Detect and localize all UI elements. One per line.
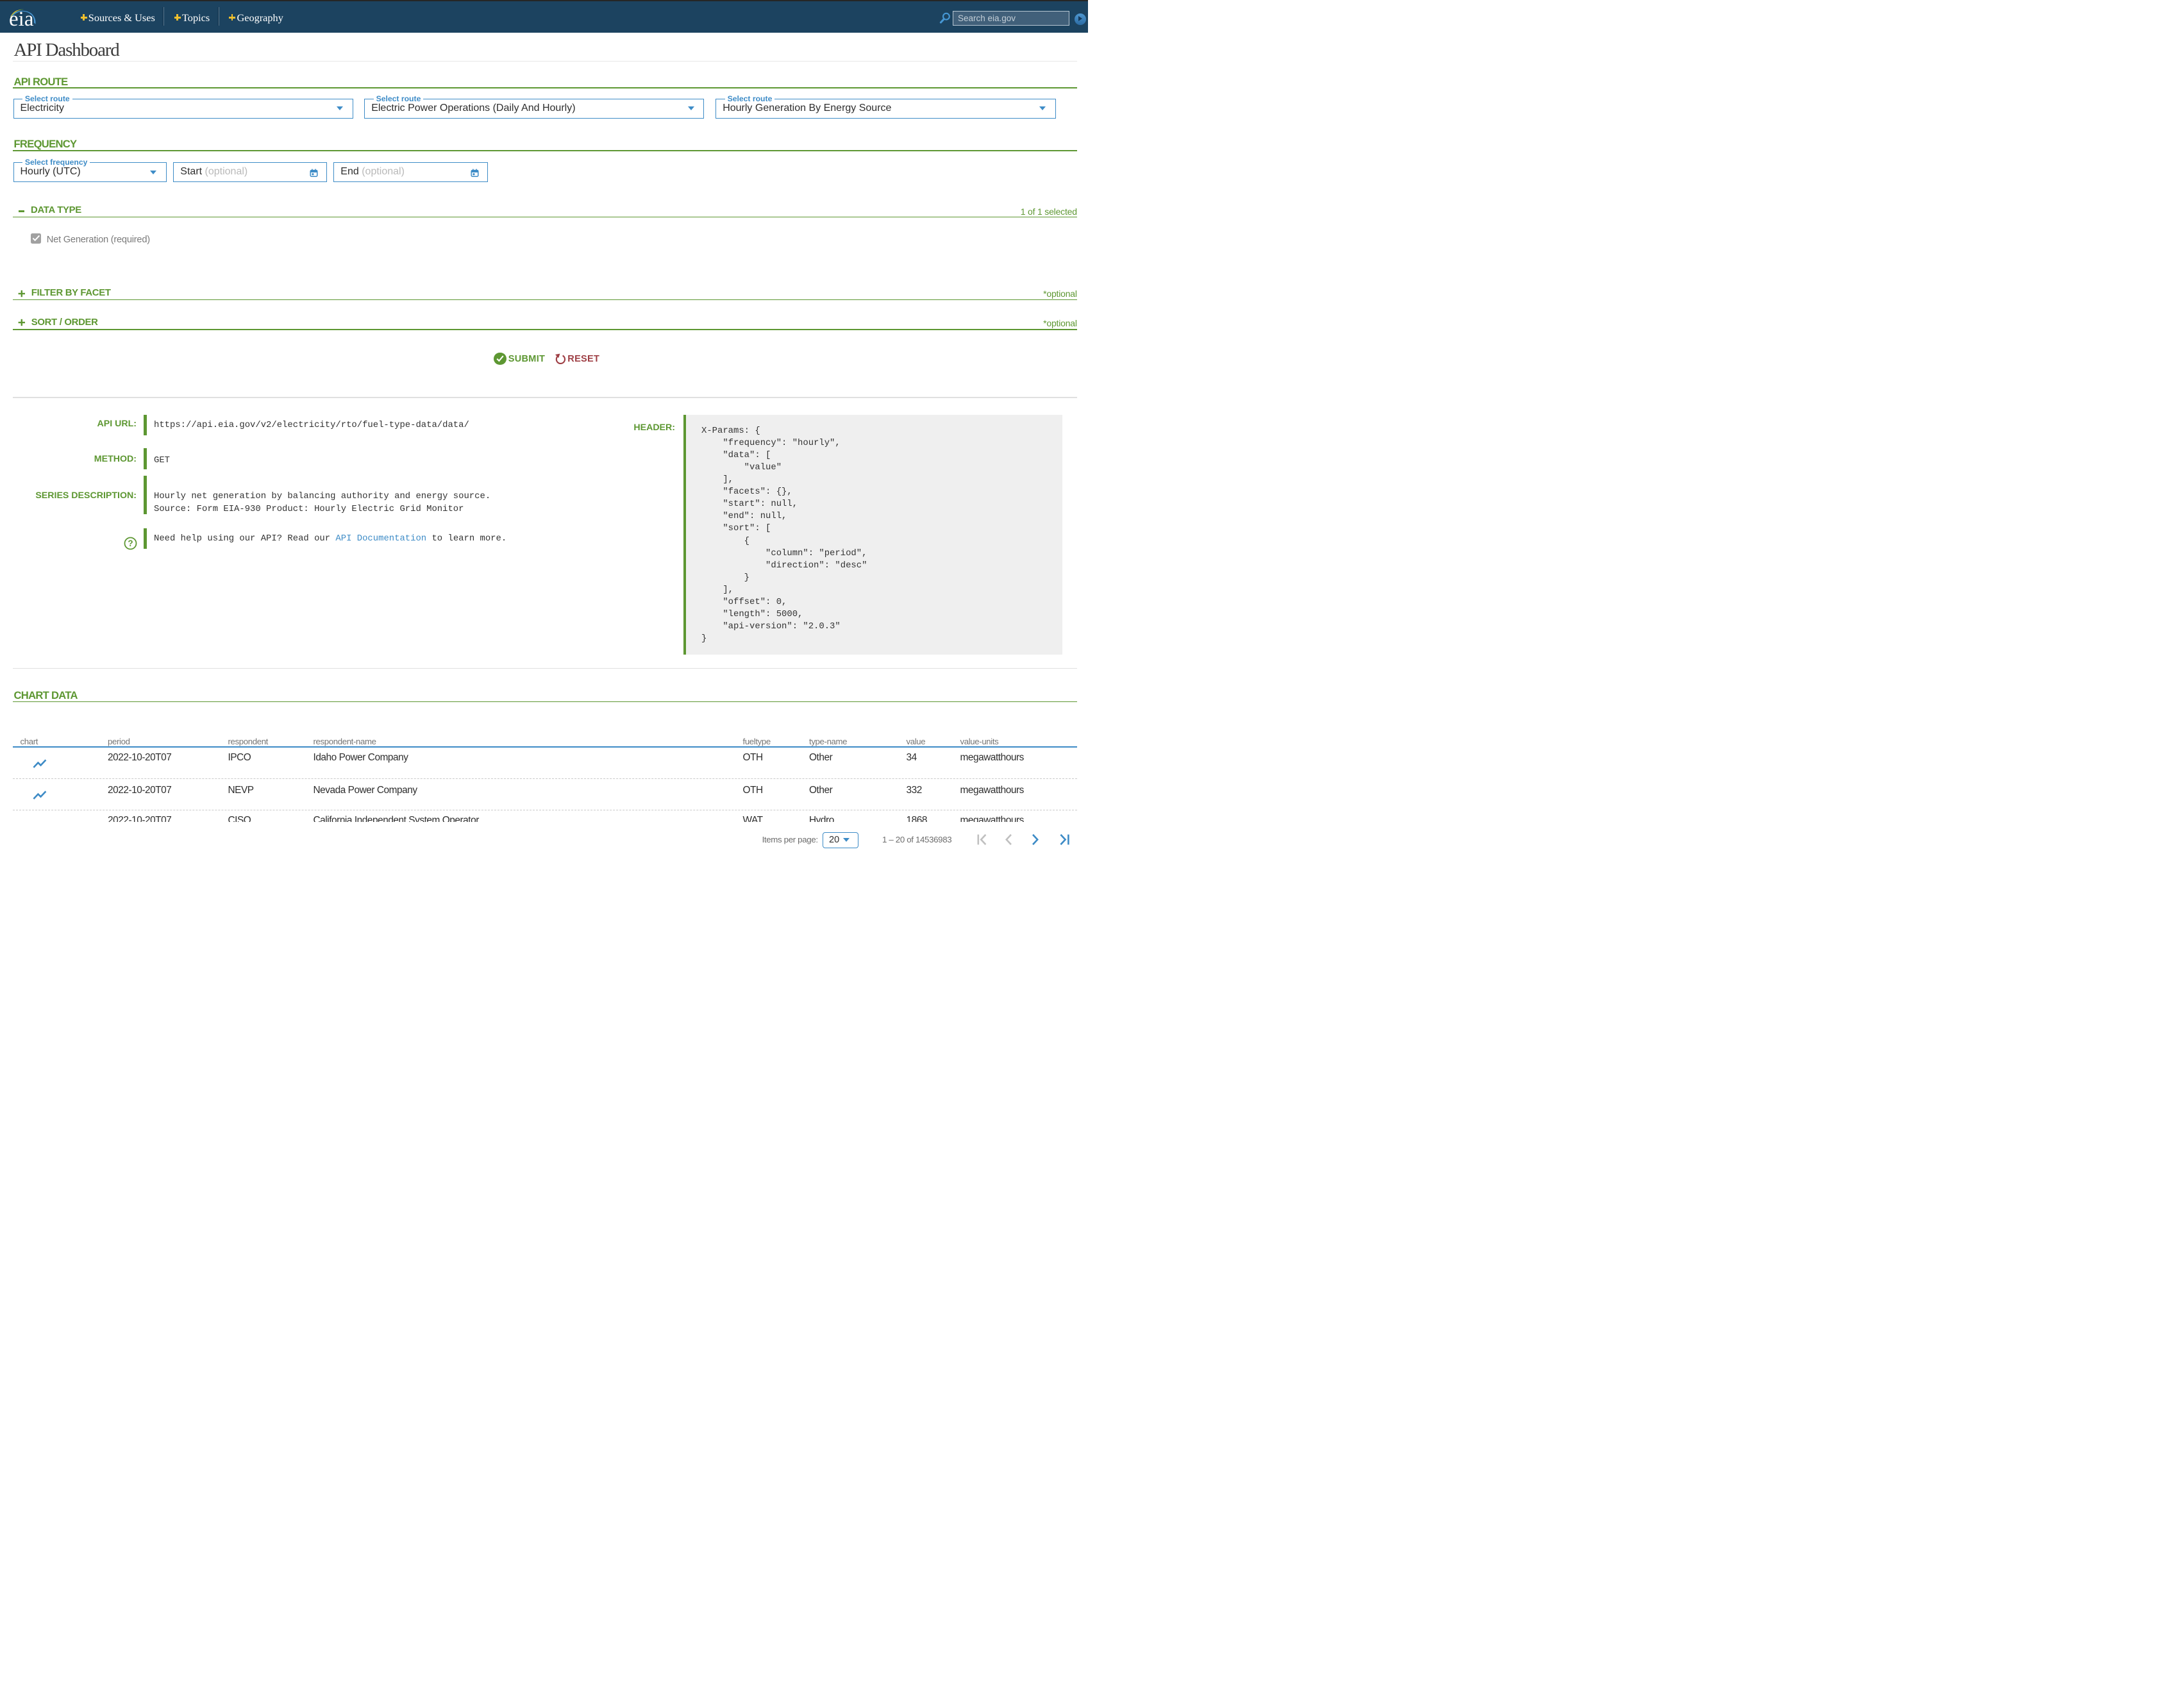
svg-text:?: ? (128, 539, 133, 548)
